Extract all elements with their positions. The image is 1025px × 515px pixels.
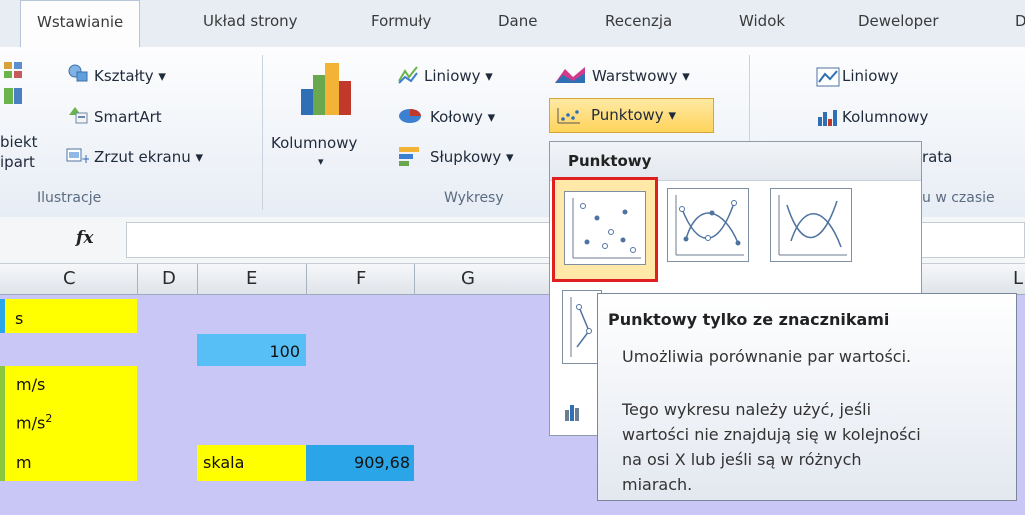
- cell-c4-unit: m/s: [16, 413, 46, 433]
- column-divider: [137, 264, 138, 294]
- area-chart-icon: [553, 65, 585, 83]
- tooltip-line-1: Umożliwia porównanie par wartości.: [622, 347, 912, 366]
- gallery-header: Punktowy: [550, 142, 921, 181]
- group-label-sparklines: u w czasie: [922, 190, 995, 206]
- tab-widok[interactable]: Widok: [739, 12, 785, 30]
- cell-c4-superscript: 2: [45, 412, 53, 425]
- scatter-smooth-markers-icon: [675, 195, 744, 256]
- column-header-c[interactable]: C: [63, 268, 76, 289]
- line-chart-icon: [397, 65, 418, 84]
- column-header-g[interactable]: G: [461, 268, 475, 289]
- scatter-smooth-lines-icon: [778, 195, 847, 256]
- sparkline-partial-button[interactable]: rata: [922, 148, 952, 166]
- liniowy-chart-button[interactable]: Liniowy ▾: [424, 67, 493, 85]
- tab-formuly[interactable]: Formuły: [371, 12, 431, 30]
- tab-recenzja[interactable]: Recenzja: [605, 12, 672, 30]
- column-divider: [306, 264, 307, 294]
- tooltip-line-4: na osi X lub jeśli są w różnych: [622, 450, 862, 469]
- scatter-smooth-lines-option[interactable]: [770, 188, 852, 262]
- svg-text:+: +: [81, 152, 89, 166]
- warstwowy-chart-button[interactable]: Warstwowy ▾: [592, 67, 690, 85]
- bar-chart-icon: [397, 145, 419, 166]
- punktowy-label: Punktowy ▾: [591, 106, 676, 124]
- smartart-button[interactable]: SmartArt: [94, 108, 162, 126]
- tooltip-line-3: wartości nie znajdują się w kolejności: [622, 425, 921, 444]
- sparkline-line-icon: [816, 67, 840, 87]
- scatter-markers-icon: [572, 198, 641, 259]
- sparkline-column-icon: [816, 107, 837, 126]
- tooltip-line-2: Tego wykresu należy użyć, jeśli: [622, 400, 872, 419]
- scatter-smooth-markers-option[interactable]: [667, 188, 749, 262]
- pie-chart-icon: [397, 105, 421, 123]
- tab-dane[interactable]: Dane: [498, 12, 537, 30]
- gallery-title: Punktowy: [568, 152, 652, 170]
- scatter-markers-only-option[interactable]: [552, 177, 658, 282]
- cell-c5[interactable]: m: [16, 453, 32, 472]
- ribbon-tab-bar: Wstawianie Układ strony Formuły Dane Rec…: [0, 0, 1025, 48]
- cell-e2[interactable]: 100: [197, 334, 306, 366]
- column-header-d[interactable]: D: [162, 268, 176, 289]
- group-separator: [262, 55, 263, 210]
- cell-e5[interactable]: skala: [197, 445, 306, 481]
- function-icon[interactable]: fx: [76, 228, 93, 248]
- obiekt-label-2[interactable]: ipart: [0, 153, 35, 171]
- cell-c1[interactable]: s: [5, 299, 137, 333]
- column-divider: [414, 264, 415, 294]
- tab-uklad-strony[interactable]: Układ strony: [203, 12, 298, 30]
- kolumnowy-button[interactable]: Kolumnowy: [271, 134, 357, 152]
- picture-icon[interactable]: [3, 61, 23, 79]
- scatter-chart-icon: [557, 108, 580, 124]
- scatter-straight-markers-icon: [570, 297, 592, 357]
- column-divider: [197, 264, 198, 294]
- tab-d-partial[interactable]: D: [1015, 12, 1025, 30]
- cell-f5[interactable]: 909,68: [306, 445, 414, 481]
- tooltip-line-5: miarach.: [622, 475, 693, 494]
- shapes-icon: [67, 63, 88, 82]
- cell-c3[interactable]: m/s: [16, 375, 45, 394]
- screenshot-icon: +: [65, 146, 91, 166]
- clipart-icon[interactable]: [3, 87, 23, 105]
- zrzut-ekranu-button[interactable]: Zrzut ekranu ▾: [94, 148, 203, 166]
- scatter-markers-thumbnail: [564, 191, 646, 265]
- chart-tooltip: Punktowy tylko ze znacznikami Umożliwia …: [597, 293, 1017, 501]
- sparkline-kolumnowy-button[interactable]: Kolumnowy: [842, 108, 928, 126]
- scatter-straight-markers-option[interactable]: [562, 290, 602, 364]
- sparkline-liniowy-button[interactable]: Liniowy: [842, 67, 899, 85]
- kolowy-chart-button[interactable]: Kołowy ▾: [430, 108, 495, 126]
- column-header-l[interactable]: L: [1013, 268, 1023, 289]
- column-chart-icon[interactable]: [293, 59, 353, 117]
- all-chart-types-icon[interactable]: [563, 402, 583, 422]
- smartart-icon: [67, 105, 88, 124]
- slupkowy-chart-button[interactable]: Słupkowy ▾: [430, 148, 514, 166]
- column-header-f[interactable]: F: [356, 268, 366, 289]
- group-label-wykresy: Wykresy: [444, 190, 504, 206]
- tab-wstawianie[interactable]: Wstawianie: [20, 0, 141, 47]
- punktowy-chart-button[interactable]: Punktowy ▾: [549, 98, 714, 133]
- tooltip-title: Punktowy tylko ze znacznikami: [608, 310, 890, 329]
- obiekt-label-1[interactable]: biekt: [0, 133, 38, 151]
- group-label-ilustracje: Ilustracje: [37, 190, 102, 206]
- kolumnowy-dropdown-arrow[interactable]: ▾: [318, 155, 324, 168]
- cell-c4[interactable]: m/s2: [16, 412, 52, 432]
- column-header-e[interactable]: E: [246, 268, 257, 289]
- tab-deweloper[interactable]: Deweloper: [858, 12, 939, 30]
- ksztalty-button[interactable]: Kształty ▾: [94, 67, 166, 85]
